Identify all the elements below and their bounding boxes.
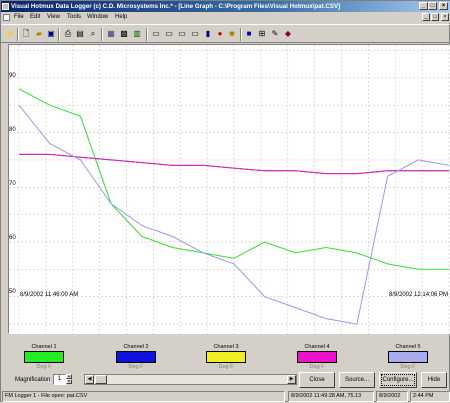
- scroll-right-icon[interactable]: ▶: [287, 375, 296, 384]
- toolbar: ⚡ 🗋 ▰ ▣ ⎙ ▤ ⌕ ▦ ▩ ▥ ▭ ▭ ▭ ▭ ▮ ● ☻ ■ ⊞ ✎ …: [1, 24, 450, 43]
- menu-edit[interactable]: Edit: [30, 12, 40, 23]
- configure-button[interactable]: Configure...: [379, 372, 417, 388]
- close-button[interactable]: Close: [299, 372, 335, 388]
- channel-unit: Deg F: [400, 364, 416, 370]
- minimize-button[interactable]: _: [419, 2, 428, 10]
- title-bar[interactable]: Visual Hotmux Data Logger (c) C.D. Micro…: [1, 1, 450, 12]
- toolbar-separator: [146, 28, 148, 41]
- window-icon[interactable]: ▭: [150, 28, 162, 40]
- maximize-button[interactable]: □: [428, 2, 437, 10]
- window-icon[interactable]: ▭: [176, 28, 188, 40]
- channel-name: Channel 1: [31, 344, 57, 350]
- doc-restore-button[interactable]: □: [431, 13, 439, 21]
- hide-button[interactable]: Hide: [421, 372, 447, 388]
- channel-name: Channel 4: [304, 344, 330, 350]
- print-icon[interactable]: ⎙: [62, 28, 74, 40]
- channel-unit: Deg F: [309, 364, 325, 370]
- status-bar: FM Logger 1 - File open: pat.CSV 8/9/200…: [1, 390, 450, 403]
- doc-close-button[interactable]: ×: [441, 13, 449, 21]
- end-time-label: 8/9/2002 12:14:06 PM: [389, 292, 449, 298]
- magnification-label: Magnification: [15, 377, 51, 383]
- status-message: FM Logger 1 - File open: pat.CSV: [2, 391, 285, 402]
- y-tick-label: 50: [9, 289, 16, 295]
- spin-down-icon[interactable]: ▼: [66, 379, 72, 384]
- channel-color-swatch[interactable]: [206, 351, 246, 363]
- menu-view[interactable]: View: [47, 12, 60, 23]
- channel-3-legend[interactable]: Channel 3 Deg F: [206, 344, 246, 371]
- channel-color-swatch[interactable]: [297, 351, 337, 363]
- open-icon[interactable]: ▰: [33, 28, 45, 40]
- edit-icon[interactable]: ✎: [269, 28, 281, 40]
- channel-color-swatch[interactable]: [24, 351, 64, 363]
- face-icon[interactable]: ☻: [226, 28, 238, 40]
- menu-bar: File Edit View Tools Window Help _ □ ×: [1, 12, 450, 23]
- y-tick-label: 60: [9, 235, 16, 241]
- channel-color-swatch[interactable]: [116, 351, 156, 363]
- scroll-left-icon[interactable]: ◀: [85, 375, 94, 384]
- book-icon[interactable]: ▮: [202, 28, 214, 40]
- print-preview-icon[interactable]: ▤: [74, 28, 86, 40]
- channel-unit: Deg F: [36, 364, 52, 370]
- channel-1-legend[interactable]: Channel 1 Deg F: [24, 344, 64, 371]
- tile-icon[interactable]: ▩: [118, 28, 130, 40]
- toolbar-separator: [101, 28, 103, 41]
- app-window: Visual Hotmux Data Logger (c) C.D. Micro…: [0, 0, 450, 402]
- start-time-label: 8/9/2002 11:46:00 AM: [20, 292, 79, 298]
- window-icon[interactable]: ▭: [189, 28, 201, 40]
- doc-minimize-button[interactable]: _: [422, 13, 430, 21]
- line-graph[interactable]: 90 80 70 60 50: [8, 44, 450, 335]
- y-tick-label: 70: [9, 181, 16, 187]
- window-icon[interactable]: ▭: [163, 28, 175, 40]
- find-icon[interactable]: ⌕: [87, 28, 99, 40]
- app-icon: [2, 3, 9, 10]
- channel-name: Channel 2: [123, 344, 149, 350]
- channel-5-legend[interactable]: Channel 5 Deg F: [388, 344, 428, 371]
- status-cursor-value: 8/9/2002 11:49:28 AM, 75.13: [288, 391, 374, 402]
- menu-tools[interactable]: Tools: [67, 12, 81, 23]
- menu-window[interactable]: Window: [87, 12, 108, 23]
- y-tick-label: 90: [9, 73, 16, 79]
- alarm-icon[interactable]: ●: [214, 28, 226, 40]
- close-window-button[interactable]: ×: [439, 2, 448, 10]
- tag-icon[interactable]: ◆: [282, 28, 294, 40]
- channel-2-legend[interactable]: Channel 2 Deg F: [116, 344, 156, 371]
- channel-unit: Deg F: [218, 364, 234, 370]
- grid-icon[interactable]: ▦: [105, 28, 117, 40]
- toolbar-separator: [240, 28, 242, 41]
- chart-icon[interactable]: ■: [243, 28, 255, 40]
- save-icon[interactable]: ▣: [45, 28, 57, 40]
- zoom-icon[interactable]: ⊞: [256, 28, 268, 40]
- toolbar-separator: [58, 28, 60, 41]
- magnification-spinner[interactable]: ▲ ▼: [66, 374, 72, 385]
- channel-icon[interactable]: ▥: [131, 28, 143, 40]
- time-scrollbar[interactable]: ◀ ▶: [84, 374, 297, 385]
- status-clock: 2:44 PM: [410, 391, 450, 402]
- magnification-input[interactable]: 1: [53, 374, 66, 385]
- y-tick-label: 80: [9, 127, 16, 133]
- scroll-thumb[interactable]: [95, 375, 107, 384]
- menu-help[interactable]: Help: [115, 12, 127, 23]
- channel-4-legend[interactable]: Channel 4 Deg F: [297, 344, 337, 371]
- channel-name: Channel 5: [395, 344, 421, 350]
- channel-unit: Deg F: [128, 364, 144, 370]
- toolbar-separator: [17, 28, 19, 41]
- new-icon[interactable]: 🗋: [20, 28, 32, 40]
- channel-name: Channel 3: [213, 344, 239, 350]
- status-date: 8/9/2002: [376, 391, 408, 402]
- channel-color-swatch[interactable]: [388, 351, 428, 363]
- window-title: Visual Hotmux Data Logger (c) C.D. Micro…: [11, 3, 341, 10]
- record-icon[interactable]: ⚡: [4, 28, 16, 40]
- document-icon[interactable]: [3, 14, 10, 21]
- menu-file[interactable]: File: [14, 12, 24, 23]
- source-button[interactable]: Source...: [339, 372, 375, 388]
